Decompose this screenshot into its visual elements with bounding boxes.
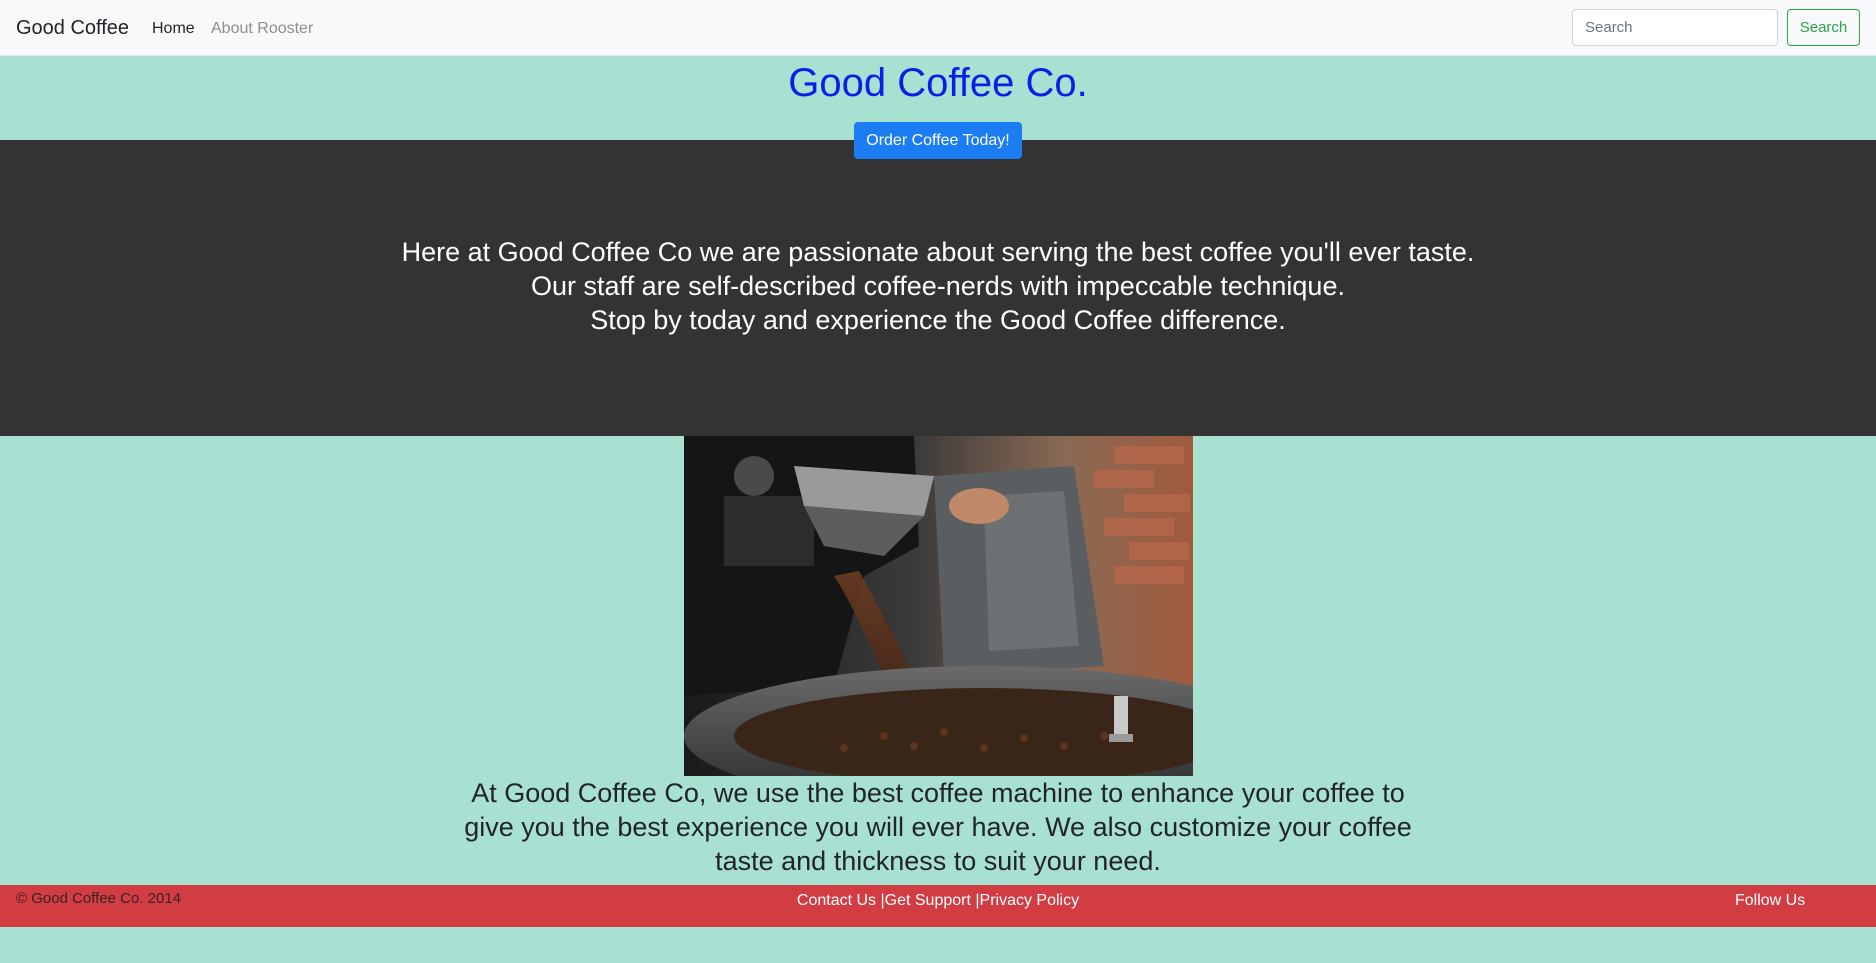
contact-us-link[interactable]: Contact Us xyxy=(797,892,876,909)
follow-us-link[interactable]: Follow Us xyxy=(1735,891,1805,911)
intro-line-3: Stop by today and experience the Good Co… xyxy=(590,305,1286,335)
page-title: Good Coffee Co. xyxy=(788,61,1088,105)
feature-description: At Good Coffee Co, we use the best coffe… xyxy=(464,778,1412,876)
footer-links: Contact Us |Get Support |Privacy Policy xyxy=(0,891,1876,911)
top-navbar: Good Coffee Home About Rooster Search xyxy=(0,0,1876,56)
get-support-link[interactable]: Get Support xyxy=(885,892,971,909)
intro-line-1: Here at Good Coffee Co we are passionate… xyxy=(401,237,1475,267)
nav-link-about-rooster[interactable]: About Rooster xyxy=(211,18,313,40)
brand-logo-link[interactable]: Good Coffee xyxy=(16,15,129,41)
privacy-policy-link[interactable]: Privacy Policy xyxy=(980,892,1080,909)
nav-link-home[interactable]: Home xyxy=(152,18,195,40)
coffee-roaster-photo xyxy=(684,436,1193,776)
search-button[interactable]: Search xyxy=(1787,9,1860,46)
search-input[interactable] xyxy=(1572,9,1778,46)
intro-text: Here at Good Coffee Co we are passionate… xyxy=(0,235,1876,337)
page-footer: © Good Coffee Co. 2014 Contact Us |Get S… xyxy=(0,885,1876,927)
order-coffee-button[interactable]: Order Coffee Today! xyxy=(854,122,1022,159)
intro-line-2: Our staff are self-described coffee-nerd… xyxy=(531,271,1345,301)
